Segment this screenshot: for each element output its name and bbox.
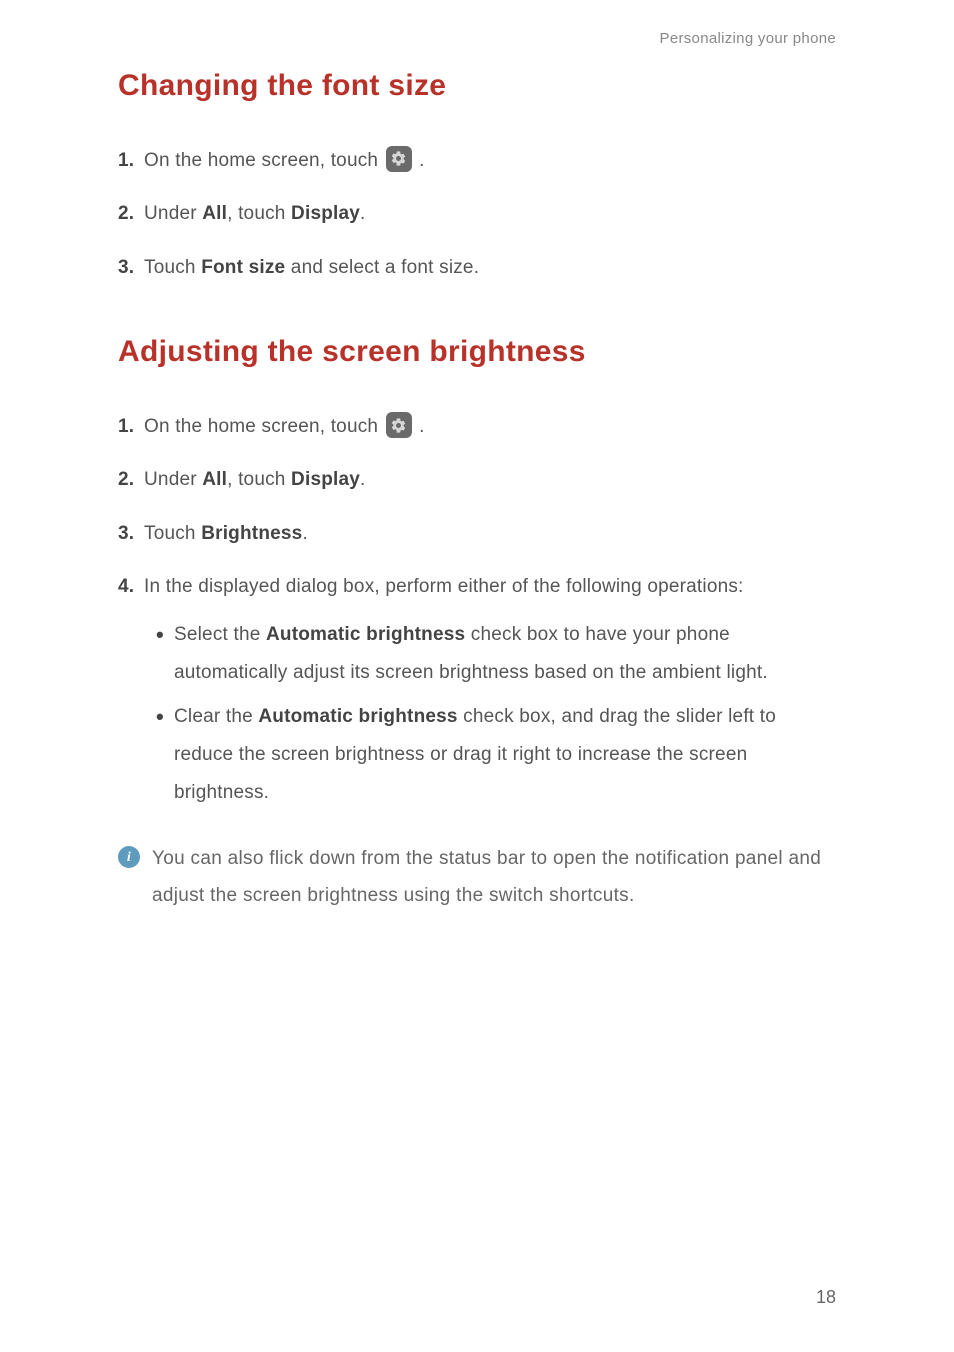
step-number: 2. [118,464,144,495]
bullet-fragment: Select the [174,624,266,645]
step-number: 3. [118,252,144,283]
step-bold: All [202,469,227,490]
bullet-text: Select the Automatic brightness check bo… [174,616,836,692]
info-text: You can also flick down from the status … [152,840,836,914]
step-body: In the displayed dialog box, perform eit… [144,571,836,818]
step-body: Touch Brightness. [144,518,836,549]
step-text: On the home screen, touch [144,416,384,437]
step-text: , touch [227,469,291,490]
step-bold: Font size [201,257,285,278]
info-glyph: i [118,846,140,868]
chapter-hint: Personalizing your phone [118,30,836,47]
step-font-3: 3. Touch Font size and select a font siz… [118,252,836,283]
step-bold: Brightness [201,523,302,544]
step-body: On the home screen, touch . [144,411,836,442]
info-note: i You can also flick down from the statu… [118,840,836,914]
step-bold: All [202,203,227,224]
step-body: Touch Font size and select a font size. [144,252,836,283]
step-number: 4. [118,571,144,602]
step-number: 2. [118,198,144,229]
step-body: Under All, touch Display. [144,198,836,229]
step-font-1: 1. On the home screen, touch . [118,145,836,176]
settings-icon [386,146,412,172]
bullet-item: • Select the Automatic brightness check … [156,616,836,692]
bullet-list: • Select the Automatic brightness check … [144,616,836,812]
step-brightness-1: 1. On the home screen, touch . [118,411,836,442]
bullet-dot-icon: • [156,613,174,689]
step-text: . [360,469,365,490]
step-text: . [302,523,307,544]
bullet-dot-icon: • [156,695,174,809]
step-text: Touch [144,523,201,544]
step-brightness-4: 4. In the displayed dialog box, perform … [118,571,836,818]
step-number: 1. [118,411,144,442]
step-lead: In the displayed dialog box, perform eit… [144,576,744,597]
step-text: On the home screen, touch [144,150,384,171]
step-number: 3. [118,518,144,549]
step-text: . [360,203,365,224]
step-text: Touch [144,257,201,278]
bullet-bold: Automatic brightness [258,706,457,727]
step-text: Under [144,469,202,490]
bullet-fragment: Clear the [174,706,258,727]
bullet-text: Clear the Automatic brightness check box… [174,698,836,812]
page-number: 18 [816,1287,836,1308]
bullet-bold: Automatic brightness [266,624,465,645]
step-brightness-3: 3. Touch Brightness. [118,518,836,549]
bullet-item: • Clear the Automatic brightness check b… [156,698,836,812]
step-text: and select a font size. [285,257,479,278]
document-page: Personalizing your phone Changing the fo… [0,0,954,915]
step-number: 1. [118,145,144,176]
step-text: . [419,416,424,437]
section-title-font-size: Changing the font size [118,69,836,103]
step-brightness-2: 2. Under All, touch Display. [118,464,836,495]
step-body: On the home screen, touch . [144,145,836,176]
step-bold: Display [291,469,360,490]
step-bold: Display [291,203,360,224]
step-text: . [419,150,424,171]
step-body: Under All, touch Display. [144,464,836,495]
step-text: Under [144,203,202,224]
step-text: , touch [227,203,291,224]
step-font-2: 2. Under All, touch Display. [118,198,836,229]
section-title-brightness: Adjusting the screen brightness [118,335,836,369]
info-icon: i [118,840,152,914]
settings-icon [386,412,412,438]
